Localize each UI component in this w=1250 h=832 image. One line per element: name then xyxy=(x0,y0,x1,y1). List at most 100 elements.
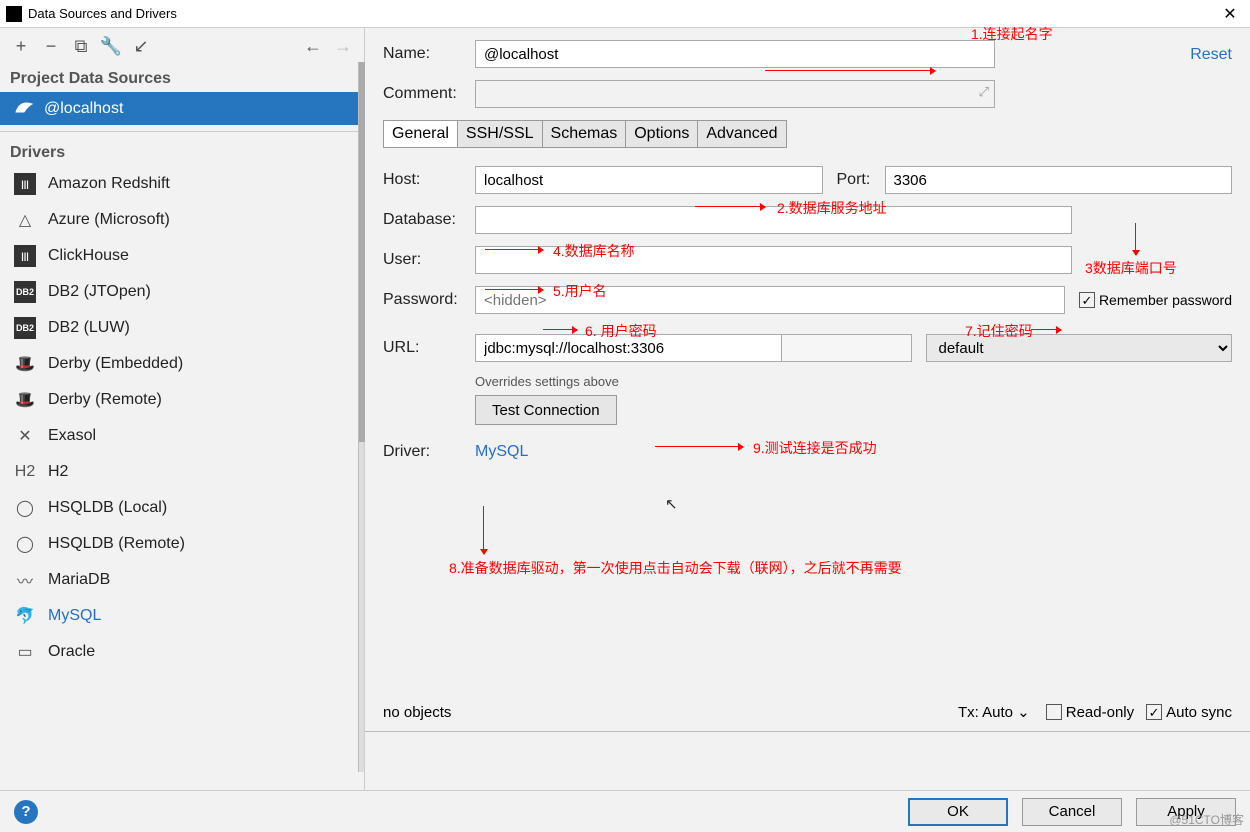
tab-schemas[interactable]: Schemas xyxy=(543,121,627,147)
user-input[interactable] xyxy=(475,246,1072,274)
remove-button[interactable]: − xyxy=(38,33,64,59)
driver-label: Oracle xyxy=(48,643,95,661)
driver-item-amazon-redshift[interactable]: ||| Amazon Redshift xyxy=(0,166,364,202)
driver-link[interactable]: MySQL xyxy=(475,443,528,461)
readonly-label: Read-only xyxy=(1066,704,1134,721)
driver-item-db2-jtopen-[interactable]: DB2DB2 (JTOpen) xyxy=(0,274,364,310)
driver-label: Exasol xyxy=(48,427,96,445)
tab-ssh-ssl[interactable]: SSH/SSL xyxy=(458,121,543,147)
remember-password-label: Remember password xyxy=(1099,292,1232,308)
driver-icon: ||| xyxy=(14,245,36,267)
url-input[interactable] xyxy=(475,334,782,362)
window-title: Data Sources and Drivers xyxy=(28,6,1210,21)
driver-item-mysql[interactable]: 🐬 MySQL xyxy=(0,598,364,634)
user-label: User: xyxy=(383,251,475,269)
driver-icon: △ xyxy=(14,209,36,231)
sidebar-toolbar: + − ⧉ 🔧 ↙ ← → xyxy=(0,28,364,64)
tabs: GeneralSSH/SSLSchemasOptionsAdvanced xyxy=(383,120,787,148)
watermark: @51CTO博客 xyxy=(1169,811,1244,828)
driver-label: ClickHouse xyxy=(48,247,129,265)
tx-dropdown[interactable]: Tx: Auto ⌄ xyxy=(958,703,1030,721)
sidebar: + − ⧉ 🔧 ↙ ← → Project Data Sources @loca… xyxy=(0,28,365,790)
driver-label: Driver: xyxy=(383,443,475,461)
driver-item-oracle[interactable]: ▭ Oracle xyxy=(0,634,364,670)
overrides-note: Overrides settings above xyxy=(475,374,1232,389)
name-input[interactable] xyxy=(475,40,995,68)
close-button[interactable]: ✕ xyxy=(1210,4,1250,24)
driver-label: DB2 (LUW) xyxy=(48,319,130,337)
comment-label: Comment: xyxy=(383,85,475,103)
tab-general[interactable]: General xyxy=(384,121,458,147)
database-input[interactable] xyxy=(475,206,1072,234)
driver-label: HSQLDB (Remote) xyxy=(48,535,185,553)
add-button[interactable]: + xyxy=(8,33,34,59)
driver-item-derby-embedded-[interactable]: 🎩Derby (Embedded) xyxy=(0,346,364,382)
driver-icon: ◯ xyxy=(14,533,36,555)
driver-icon: ||| xyxy=(14,173,36,195)
help-button[interactable]: ? xyxy=(14,800,38,824)
comment-input[interactable] xyxy=(475,80,995,108)
forward-button[interactable]: → xyxy=(330,33,356,59)
expand-icon[interactable]: ⤢ xyxy=(979,84,989,100)
driver-item-derby-remote-[interactable]: 🎩 Derby (Remote) xyxy=(0,382,364,418)
tab-advanced[interactable]: Advanced xyxy=(698,121,785,147)
name-label: Name: xyxy=(383,45,475,63)
driver-icon: 〰 xyxy=(14,569,36,591)
port-label: Port: xyxy=(837,171,885,189)
driver-item-hsqldb-remote-[interactable]: ◯ HSQLDB (Remote) xyxy=(0,526,364,562)
host-input[interactable] xyxy=(475,166,823,194)
driver-icon: ▭ xyxy=(14,641,36,663)
driver-icon: 🐬 xyxy=(14,605,36,627)
driver-item-db2-luw-[interactable]: DB2DB2 (LUW) xyxy=(0,310,364,346)
settings-button[interactable]: 🔧 xyxy=(98,33,124,59)
database-label: Database: xyxy=(383,211,475,229)
driver-label: Derby (Embedded) xyxy=(48,355,183,373)
driver-item-mariadb[interactable]: 〰 MariaDB xyxy=(0,562,364,598)
driver-label: MySQL xyxy=(48,607,101,625)
url-extra xyxy=(782,334,912,362)
copy-button[interactable]: ⧉ xyxy=(68,33,94,59)
driver-icon: DB2 xyxy=(14,281,36,303)
cancel-button[interactable]: Cancel xyxy=(1022,798,1122,826)
reset-link[interactable]: Reset xyxy=(1190,46,1232,64)
project-datasources-header: Project Data Sources xyxy=(0,64,364,92)
driver-item-clickhouse[interactable]: ||| ClickHouse xyxy=(0,238,364,274)
cursor-icon: ↖ xyxy=(665,495,678,513)
driver-item-h2[interactable]: H2H2 xyxy=(0,454,364,490)
driver-label: HSQLDB (Local) xyxy=(48,499,167,517)
main-panel: Reset Name: Comment: ⤢ GeneralSSH/SSLSch… xyxy=(365,28,1250,790)
dolphin-icon xyxy=(14,98,34,119)
driver-label: MariaDB xyxy=(48,571,110,589)
driver-label: Azure (Microsoft) xyxy=(48,211,170,229)
driver-item-exasol[interactable]: ✕ Exasol xyxy=(0,418,364,454)
readonly-checkbox[interactable] xyxy=(1046,704,1062,720)
autosync-label: Auto sync xyxy=(1166,704,1232,721)
driver-icon: ✕ xyxy=(14,425,36,447)
annotation-8: 8.准备数据库驱动，第一次使用点击自动会下载（联网），之后就不再需要 xyxy=(449,558,902,578)
host-label: Host: xyxy=(383,171,475,189)
dialog-button-bar: ? OK Cancel Apply xyxy=(0,790,1250,832)
datasource-item-localhost[interactable]: @localhost xyxy=(0,92,364,125)
ok-button[interactable]: OK xyxy=(908,798,1008,826)
autosync-checkbox[interactable] xyxy=(1146,704,1162,720)
no-objects-label: no objects xyxy=(383,704,451,721)
driver-item-hsqldb-local-[interactable]: ◯ HSQLDB (Local) xyxy=(0,490,364,526)
driver-label: Amazon Redshift xyxy=(48,175,170,193)
remember-password-checkbox[interactable] xyxy=(1079,292,1095,308)
password-input[interactable] xyxy=(475,286,1065,314)
app-icon xyxy=(6,6,22,22)
sidebar-scrollbar[interactable] xyxy=(358,62,364,772)
back-button[interactable]: ← xyxy=(300,33,326,59)
import-button[interactable]: ↙ xyxy=(128,33,154,59)
url-mode-select[interactable]: default xyxy=(926,334,1233,362)
port-input[interactable] xyxy=(885,166,1233,194)
url-label: URL: xyxy=(383,339,475,357)
drivers-list: ||| Amazon Redshift △ Azure (Microsoft) ||| C… xyxy=(0,166,364,790)
driver-label: Derby (Remote) xyxy=(48,391,162,409)
driver-icon: ◯ xyxy=(14,497,36,519)
password-label: Password: xyxy=(383,291,475,309)
driver-icon: 🎩 xyxy=(14,389,36,411)
tab-options[interactable]: Options xyxy=(626,121,698,147)
driver-item-azure-microsoft-[interactable]: △ Azure (Microsoft) xyxy=(0,202,364,238)
test-connection-button[interactable]: Test Connection xyxy=(475,395,617,425)
